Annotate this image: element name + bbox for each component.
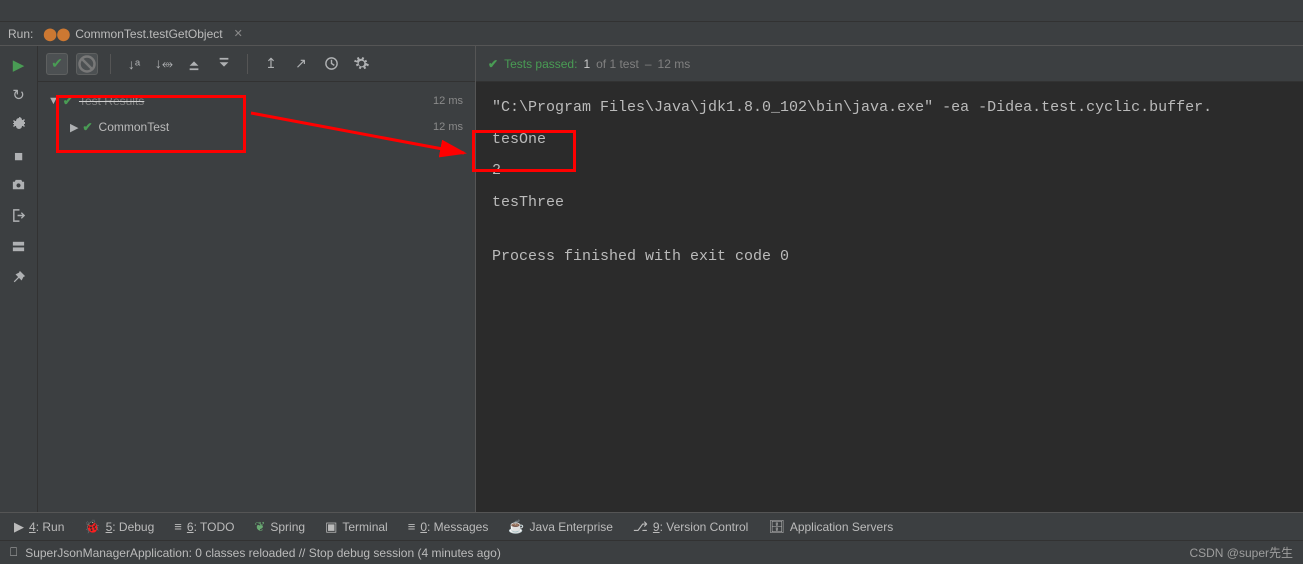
refresh-failed-icon[interactable]: ↻ <box>12 86 25 104</box>
history-icon[interactable] <box>320 53 342 75</box>
rerun-icon[interactable]: ▶ <box>13 56 25 74</box>
tests-duration: 12 ms <box>658 57 691 71</box>
watermark: CSDN @super先生 <box>1189 544 1293 561</box>
tests-total-label: of 1 test <box>596 57 639 71</box>
console-line: 2 <box>492 155 1287 187</box>
label: 5: Debug <box>106 520 155 534</box>
label: Spring <box>270 520 305 534</box>
expand-arrow-icon[interactable]: ▶ <box>70 121 78 134</box>
debug-tool-button[interactable]: 🐞 5: Debug <box>76 516 162 538</box>
label: 6: TODO <box>187 520 235 534</box>
tests-passed-label: Tests passed: <box>504 57 577 71</box>
console-output[interactable]: "C:\Program Files\Java\jdk1.8.0_102\bin\… <box>476 82 1303 512</box>
exit-icon[interactable] <box>11 208 26 227</box>
separator <box>247 54 248 74</box>
console-line: tesOne <box>492 124 1287 156</box>
expand-all-button[interactable] <box>183 53 205 75</box>
root-duration: 12 ms <box>433 95 463 107</box>
test-results-label: Test Results <box>79 94 144 108</box>
dash: – <box>645 57 652 71</box>
main-content-row: ▶ ↻ ■ ✔ ↓ᵃ ↓⥈ <box>0 46 1303 512</box>
settings-icon[interactable] <box>350 53 372 75</box>
messages-tool-button[interactable]: ≡ 0: Messages <box>400 516 497 537</box>
test-tree-pane: ✔ ↓ᵃ ↓⥈ ↥ ↗ ▼ <box>38 46 476 512</box>
passed-check-icon: ✔ <box>488 57 498 71</box>
todo-tool-button[interactable]: ≡ 6: TODO <box>166 516 242 537</box>
blank-line <box>492 218 1287 241</box>
label: 0: Messages <box>420 520 488 534</box>
console-pane: ✔ Tests passed: 1 of 1 test – 12 ms "C:\… <box>476 46 1303 512</box>
show-ignored-button[interactable] <box>76 53 98 75</box>
left-gutter: ▶ ↻ ■ <box>0 46 38 512</box>
appservers-tool-button[interactable]: 🗄 Application Servers <box>760 516 901 538</box>
messages-icon: ≡ <box>408 519 416 534</box>
stop-icon[interactable]: ■ <box>14 148 23 165</box>
camera-icon[interactable] <box>11 177 26 196</box>
junit-icon: ⬤⬤ <box>43 27 70 41</box>
test-tree[interactable]: ▼ ✔ Test Results 12 ms ▶ ✔ CommonTest 12… <box>38 82 475 512</box>
list-icon: ≡ <box>174 519 182 534</box>
test-class-node[interactable]: ▶ ✔ CommonTest 12 ms <box>38 114 475 140</box>
spring-tool-button[interactable]: ❦ Spring <box>246 516 313 538</box>
status-bar: ⎕ SuperJsonManagerApplication: 0 classes… <box>0 540 1303 564</box>
terminal-tool-button[interactable]: ▣ Terminal <box>317 516 396 538</box>
collapse-all-button[interactable] <box>213 53 235 75</box>
console-line-cmd: "C:\Program Files\Java\jdk1.8.0_102\bin\… <box>492 92 1287 124</box>
export-icon[interactable]: ↗ <box>290 53 312 75</box>
close-tab-icon[interactable]: ✕ <box>234 27 243 40</box>
vcs-tool-button[interactable]: ⎇ 9: Version Control <box>625 516 756 538</box>
javaee-icon: ☕ <box>508 519 524 535</box>
tests-passed-count: 1 <box>583 57 590 71</box>
separator <box>110 54 111 74</box>
scroll-up-icon[interactable]: ↥ <box>260 53 282 75</box>
terminal-icon: ▣ <box>325 519 337 535</box>
sort-duration-button[interactable]: ↓⥈ <box>153 53 175 75</box>
label: Terminal <box>342 520 387 534</box>
passed-check-icon: ✔ <box>63 94 73 108</box>
test-class-label: CommonTest <box>99 120 170 134</box>
tab-title-text: CommonTest.testGetObject <box>75 27 222 41</box>
label: 9: Version Control <box>653 520 748 534</box>
console-exit-line: Process finished with exit code 0 <box>492 241 1287 273</box>
label: Application Servers <box>790 520 893 534</box>
child-duration: 12 ms <box>433 121 463 133</box>
javaee-tool-button[interactable]: ☕ Java Enterprise <box>500 516 621 538</box>
bug-icon: 🐞 <box>84 519 100 535</box>
tool-window-bar: ▶ 4: Run 🐞 5: Debug ≡ 6: TODO ❦ Spring ▣… <box>0 512 1303 540</box>
console-line: tesThree <box>492 187 1287 219</box>
pin-icon[interactable] <box>12 270 26 288</box>
vcs-icon: ⎇ <box>633 519 648 535</box>
run-tool-header: Run: ⬤⬤ CommonTest.testGetObject ✕ <box>0 22 1303 46</box>
window-top-bar <box>0 0 1303 22</box>
spring-icon: ❦ <box>254 519 265 535</box>
play-icon: ▶ <box>14 519 24 535</box>
bug-icon[interactable] <box>11 116 27 136</box>
status-message: SuperJsonManagerApplication: 0 classes r… <box>25 546 501 560</box>
sort-alpha-button[interactable]: ↓ᵃ <box>123 53 145 75</box>
label: Java Enterprise <box>530 520 613 534</box>
passed-check-icon: ✔ <box>82 120 92 134</box>
run-label: Run: <box>8 27 33 41</box>
status-icon: ⎕ <box>10 545 17 560</box>
run-config-tab[interactable]: ⬤⬤ CommonTest.testGetObject ✕ <box>43 27 242 41</box>
collapse-arrow-icon[interactable]: ▼ <box>48 95 59 107</box>
server-icon: 🗄 <box>768 519 785 535</box>
layout-icon[interactable] <box>11 239 26 258</box>
test-toolbar: ✔ ↓ᵃ ↓⥈ ↥ ↗ <box>38 46 475 82</box>
tests-passed-bar: ✔ Tests passed: 1 of 1 test – 12 ms <box>476 46 1303 82</box>
label: 4: Run <box>29 520 64 534</box>
show-passed-button[interactable]: ✔ <box>46 53 68 75</box>
test-results-root[interactable]: ▼ ✔ Test Results 12 ms <box>38 88 475 114</box>
run-tool-button[interactable]: ▶ 4: Run <box>6 516 72 538</box>
